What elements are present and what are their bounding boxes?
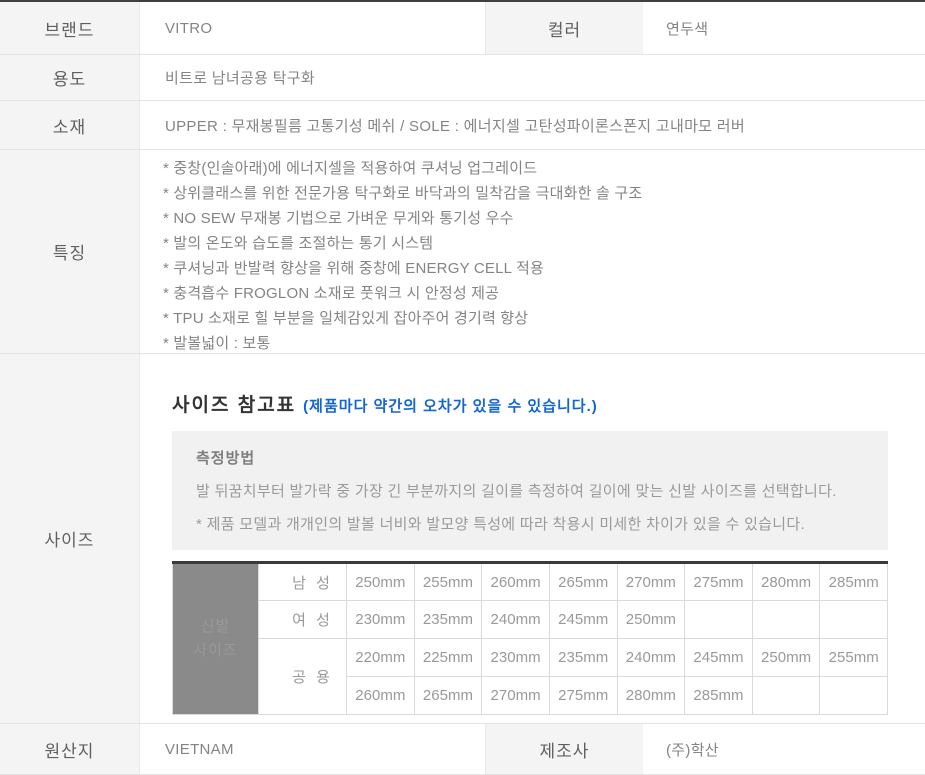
spec-row-size: 사이즈 사이즈 참고표 (제품마다 약간의 오차가 있을 수 있습니다.) 측정… bbox=[0, 354, 925, 724]
size-cell: 265mm bbox=[548, 562, 618, 601]
size-cell: 220mm bbox=[346, 638, 415, 677]
material-value: UPPER : 무재봉필름 고통기성 메쉬 / SOLE : 에너지셀 고탄성파… bbox=[165, 117, 745, 135]
origin-value: VIETNAM bbox=[165, 740, 234, 758]
measurement-line: * 제품 모델과 개개인의 발볼 너비와 발모양 특성에 따라 착용시 미세한 … bbox=[196, 516, 805, 533]
size-cell: 230mm bbox=[346, 600, 415, 639]
size-cell: 260mm bbox=[481, 562, 550, 601]
feature-item: * 중창(인솔아래)에 에너지셀을 적용하여 쿠셔닝 업그레이드 bbox=[163, 159, 538, 177]
manufacturer-value: (주)학산 bbox=[666, 741, 719, 759]
spec-row-usage: 용도 비트로 남녀공용 탁구화 bbox=[0, 55, 925, 101]
spec-row-brand-color: 브랜드 VITRO 컬러 연두색 bbox=[0, 2, 925, 55]
size-cell: 250mm bbox=[346, 562, 415, 601]
features-list: * 중창(인솔아래)에 에너지셀을 적용하여 쿠셔닝 업그레이드 * 상위클래스… bbox=[140, 150, 925, 353]
feature-item: * 발볼넓이 : 보통 bbox=[163, 334, 271, 352]
size-row-unisex-1: 공 용 220mm 225mm 230mm 235mm 240mm 245mm … bbox=[173, 638, 888, 715]
features-label: 특징 bbox=[0, 150, 140, 353]
size-cell bbox=[751, 676, 821, 715]
corner-line: 신발 bbox=[200, 618, 231, 635]
spec-row-material: 소재 UPPER : 무재봉필름 고통기성 메쉬 / SOLE : 에너지셀 고… bbox=[0, 101, 925, 150]
size-cell: 250mm bbox=[751, 638, 821, 677]
feature-item: * 발의 온도와 습도를 조절하는 통기 시스템 bbox=[163, 234, 434, 252]
size-label: 사이즈 bbox=[0, 354, 140, 723]
spec-row-origin-manufacturer: 원산지 VIETNAM 제조사 (주)학산 bbox=[0, 724, 925, 775]
color-label: 컬러 bbox=[485, 2, 643, 54]
size-cell: 230mm bbox=[481, 638, 550, 677]
corner-line: 사이즈 bbox=[193, 642, 238, 659]
size-section: 사이즈 참고표 (제품마다 약간의 오차가 있을 수 있습니다.) 측정방법 발… bbox=[140, 354, 925, 723]
size-cell: 265mm bbox=[413, 676, 483, 715]
size-cell bbox=[819, 676, 888, 715]
feature-item: * 쿠셔닝과 반발력 향상을 위해 중창에 ENERGY CELL 적용 bbox=[163, 259, 545, 277]
size-cell bbox=[751, 600, 821, 639]
size-cell: 260mm bbox=[346, 676, 415, 715]
size-cell: 245mm bbox=[684, 638, 753, 677]
size-cell: 255mm bbox=[413, 562, 483, 601]
size-reference-note: (제품마다 약간의 오차가 있을 수 있습니다.) bbox=[303, 398, 598, 415]
size-category: 공 용 bbox=[258, 638, 347, 715]
color-value: 연두색 bbox=[666, 20, 709, 38]
size-cell: 275mm bbox=[548, 676, 618, 715]
size-cell: 225mm bbox=[413, 638, 483, 677]
size-cell: 245mm bbox=[548, 600, 618, 639]
feature-item: * NO SEW 무재봉 기법으로 가벼운 무게와 통기성 우수 bbox=[163, 209, 514, 227]
usage-label: 용도 bbox=[0, 55, 140, 100]
size-row-men: 신발 사이즈 남 성 250mm 255mm 260mm 265mm 270mm… bbox=[172, 562, 888, 715]
usage-value: 비트로 남녀공용 탁구화 bbox=[165, 70, 315, 87]
size-cell: 275mm bbox=[684, 562, 753, 601]
size-cell: 280mm bbox=[616, 676, 686, 715]
measurement-line: 발 뒤꿈치부터 발가락 중 가장 긴 부분까지의 길이를 측정하여 길이에 맞는… bbox=[196, 483, 837, 500]
size-reference-title: 사이즈 참고표 bbox=[172, 395, 297, 416]
size-cell: 250mm bbox=[616, 600, 686, 639]
origin-label: 원산지 bbox=[0, 724, 140, 774]
size-row-women: 여 성 230mm 235mm 240mm 245mm 250mm bbox=[173, 600, 888, 639]
size-category: 여 성 bbox=[258, 600, 347, 639]
size-cell: 255mm bbox=[819, 638, 888, 677]
size-title-line: 사이즈 참고표 (제품마다 약간의 오차가 있을 수 있습니다.) bbox=[172, 390, 925, 416]
brand-label: 브랜드 bbox=[0, 2, 140, 54]
spec-row-features: 특징 * 중창(인솔아래)에 에너지셀을 적용하여 쿠셔닝 업그레이드 * 상위… bbox=[0, 150, 925, 354]
size-cell: 270mm bbox=[616, 562, 686, 601]
size-cell: 285mm bbox=[684, 676, 753, 715]
feature-item: * TPU 소재로 힐 부분을 일체감있게 잡아주어 경기력 향상 bbox=[163, 309, 529, 327]
size-cell: 270mm bbox=[481, 676, 550, 715]
measurement-method-box: 측정방법 발 뒤꿈치부터 발가락 중 가장 긴 부분까지의 길이를 측정하여 길… bbox=[172, 431, 888, 550]
product-spec-table: 브랜드 VITRO 컬러 연두색 용도 비트로 남녀공용 탁구화 소재 UPPE… bbox=[0, 0, 925, 775]
size-category: 남 성 bbox=[258, 562, 347, 601]
size-cell: 280mm bbox=[751, 562, 821, 601]
feature-item: * 상위클래스를 위한 전문가용 탁구화로 바닥과의 밀착감을 극대화한 솔 구… bbox=[163, 184, 643, 202]
measurement-heading: 측정방법 bbox=[196, 450, 256, 467]
feature-item: * 충격흡수 FROGLON 소재로 풋워크 시 안정성 제공 bbox=[163, 284, 500, 302]
size-cell: 240mm bbox=[481, 600, 550, 639]
material-label: 소재 bbox=[0, 101, 140, 149]
size-reference-table: 신발 사이즈 남 성 250mm 255mm 260mm 265mm 270mm… bbox=[172, 561, 888, 715]
brand-value: VITRO bbox=[165, 19, 213, 37]
size-cell: 235mm bbox=[548, 638, 618, 677]
size-cell: 235mm bbox=[413, 600, 483, 639]
manufacturer-label: 제조사 bbox=[485, 724, 643, 774]
size-cell bbox=[684, 600, 753, 639]
size-cell: 285mm bbox=[819, 562, 888, 601]
size-table-corner: 신발 사이즈 bbox=[172, 562, 259, 715]
size-cell bbox=[819, 600, 888, 639]
size-cell: 240mm bbox=[616, 638, 686, 677]
